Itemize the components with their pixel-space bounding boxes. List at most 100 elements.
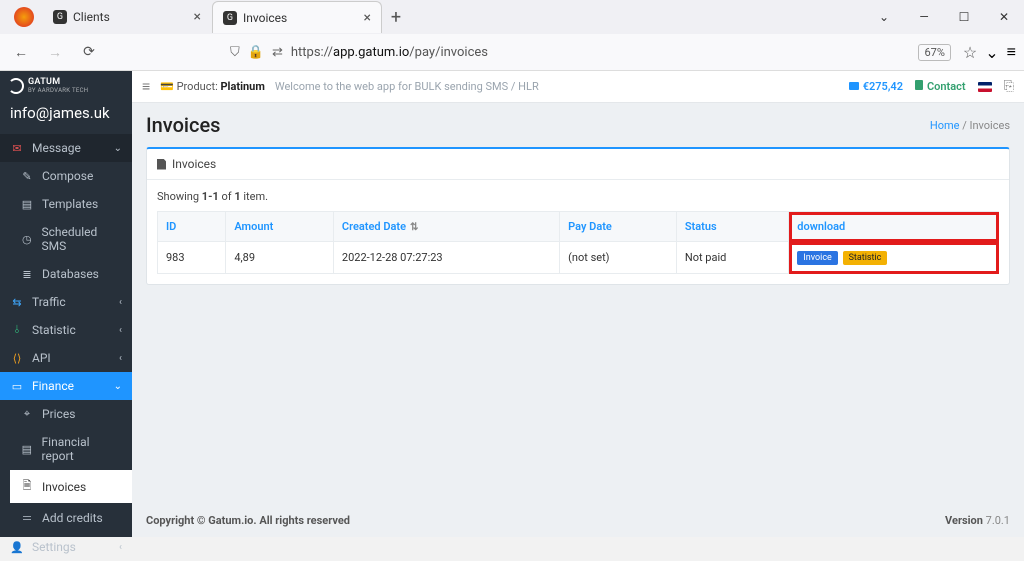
download-invoice-button[interactable]: Invoice: [797, 251, 838, 265]
close-icon[interactable]: ×: [364, 10, 371, 26]
shield-icon[interactable]: ⛉: [230, 45, 240, 60]
product-indicator: 💳 Product: Platinum: [160, 80, 265, 93]
reload-button[interactable]: ⟳: [76, 44, 102, 60]
sidebar-item-label: Scheduled SMS: [42, 225, 123, 253]
sidebar-item-statistic[interactable]: ⫰Statistic‹: [0, 316, 132, 344]
lock-icon[interactable]: 🔒: [248, 45, 264, 60]
forward-button: →: [42, 44, 68, 61]
close-icon[interactable]: ×: [194, 9, 201, 25]
sidebar-item-label: Message: [32, 141, 81, 155]
url-protocol: https://: [291, 45, 333, 60]
sidebar-item-label: API: [32, 351, 51, 365]
pocket-icon[interactable]: ⌄: [985, 43, 998, 62]
language-flag-icon[interactable]: [978, 82, 992, 92]
topbar: ≡ 💳 Product: Platinum Welcome to the web…: [132, 71, 1024, 103]
tab-invoices[interactable]: G Invoices ×: [212, 1, 382, 33]
permissions-icon[interactable]: ⇄: [272, 45, 283, 60]
tab-label: Invoices: [243, 11, 358, 25]
sidebar-item-databases[interactable]: ≣ Databases: [10, 260, 132, 288]
chevron-left-icon: ‹: [119, 325, 122, 336]
table-summary: Showing 1-1 of 1 item.: [157, 190, 999, 203]
close-window-button[interactable]: ✕: [984, 10, 1024, 24]
zoom-indicator[interactable]: 67%: [918, 44, 950, 61]
message-icon: ✉: [10, 142, 24, 155]
sidebar-item-label: Settings: [32, 540, 76, 554]
sidebar-item-financial-report[interactable]: ▤Financial report: [10, 428, 132, 470]
sidebar-item-invoices[interactable]: 🗎 Invoices: [10, 470, 132, 503]
sidebar-item-prices[interactable]: ⌖Prices: [10, 400, 132, 428]
logo-icon: [8, 78, 24, 94]
col-created[interactable]: Created Date⇅: [333, 212, 559, 242]
sidebar-item-label: Financial report: [42, 435, 122, 463]
new-tab-button[interactable]: +: [382, 7, 410, 28]
database-icon: ≣: [20, 268, 34, 281]
sidebar-item-finance[interactable]: ▭ Finance ⌄: [0, 372, 132, 400]
sidebar-item-label: Databases: [42, 267, 99, 281]
col-id[interactable]: ID: [158, 212, 226, 242]
sort-icon: ⇅: [410, 222, 418, 233]
contact-link[interactable]: Contact: [915, 80, 966, 93]
logout-icon[interactable]: ⎘: [1004, 79, 1014, 94]
logo-text: GATUM: [28, 77, 88, 87]
sidebar-item-api[interactable]: ⟨⟩ API ‹: [0, 344, 132, 372]
address-bar[interactable]: https://app.gatum.io/pay/invoices: [291, 45, 488, 60]
sidebar-item-settings[interactable]: 👤Settings‹: [0, 533, 132, 561]
bookmark-icon[interactable]: ☆: [963, 43, 977, 62]
sidebar-item-label: Templates: [42, 197, 98, 211]
col-amount[interactable]: Amount: [226, 212, 334, 242]
wallet-icon: ▭: [10, 380, 24, 393]
sidebar-item-templates[interactable]: ▤Templates: [10, 190, 132, 218]
cell-paydate: (not set): [560, 242, 677, 274]
back-button[interactable]: ←: [8, 44, 34, 61]
maximize-button[interactable]: ☐: [944, 10, 984, 24]
breadcrumb-home[interactable]: Home: [930, 119, 960, 132]
breadcrumb-current: Invoices: [969, 119, 1010, 132]
sidebar-item-add-credits[interactable]: ＝Add credits: [10, 503, 132, 533]
invoice-icon: 🗎: [20, 477, 34, 496]
sidebar-item-message[interactable]: ✉ Message ⌄: [0, 134, 132, 162]
breadcrumb: Home / Invoices: [930, 119, 1010, 132]
tab-clients[interactable]: G Clients ×: [42, 1, 212, 33]
sidebar-item-label: Compose: [42, 169, 93, 183]
chevron-left-icon: ‹: [119, 353, 122, 364]
sidebar-item-traffic[interactable]: ⇆Traffic‹: [0, 288, 132, 316]
welcome-text: Welcome to the web app for BULK sending …: [275, 80, 539, 93]
cell-status: Not paid: [676, 242, 788, 274]
traffic-icon: ⇆: [10, 296, 24, 309]
tab-label: Clients: [73, 10, 188, 24]
menu-icon[interactable]: ≡: [1007, 42, 1016, 62]
panel-header: Invoices: [147, 149, 1009, 180]
copyright-text: Copyright © Gatum.io. All rights reserve…: [146, 514, 350, 527]
sidebar-item-scheduled[interactable]: ◷ Scheduled SMS: [10, 218, 132, 260]
minimize-button[interactable]: —: [904, 10, 944, 24]
invoices-panel: Invoices Showing 1-1 of 1 item. ID Amoun…: [146, 147, 1010, 285]
sidebar-item-label: Add credits: [42, 511, 103, 525]
tag-icon: ⌖: [20, 407, 34, 421]
col-download[interactable]: download: [789, 212, 999, 242]
sidebar-item-label: Invoices: [42, 480, 86, 494]
version-text: Version 7.0.1: [945, 514, 1010, 527]
page-title: Invoices: [146, 113, 220, 137]
col-paydate[interactable]: Pay Date: [560, 212, 677, 242]
tab-favicon: G: [223, 11, 237, 25]
user-icon: 👤: [10, 541, 24, 554]
footer: Copyright © Gatum.io. All rights reserve…: [132, 504, 1024, 537]
sidebar-item-label: Finance: [32, 379, 74, 393]
sidebar: GATUM BY AARDVARK TECH info@james.uk ✉ M…: [0, 71, 132, 537]
clock-icon: ◷: [20, 233, 34, 246]
balance-indicator[interactable]: €275,42: [849, 80, 903, 93]
tabs-dropdown-icon[interactable]: ⌄: [864, 10, 904, 24]
sidebar-item-compose[interactable]: ✎Compose: [10, 162, 132, 190]
sidebar-toggle-button[interactable]: ≡: [142, 78, 150, 95]
cell-amount: 4,89: [226, 242, 334, 274]
download-statistic-button[interactable]: Statistic: [843, 251, 888, 265]
sidebar-item-label: Traffic: [32, 295, 66, 309]
code-icon: ⟨⟩: [10, 352, 24, 365]
panel-title: Invoices: [172, 157, 216, 171]
cell-download: Invoice Statistic: [789, 242, 999, 274]
chevron-down-icon: ⌄: [114, 143, 122, 154]
tab-favicon: G: [53, 10, 67, 24]
col-status[interactable]: Status: [676, 212, 788, 242]
chevron-down-icon: ⌄: [114, 381, 122, 392]
url-host: app.gatum.io: [333, 45, 409, 60]
